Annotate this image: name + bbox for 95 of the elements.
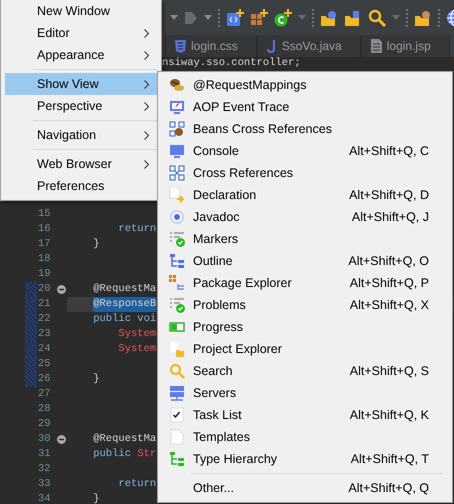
line-number: 27	[37, 387, 52, 402]
line-number: 23	[37, 327, 52, 342]
document-arrow-icon	[169, 187, 185, 203]
editor-tab[interactable]: login.css	[165, 35, 257, 57]
code-token: public voi	[92, 312, 156, 327]
code-token: return	[117, 222, 156, 237]
dropdown-caret-icon[interactable]	[170, 15, 178, 20]
menu-item[interactable]: Appearance	[5, 44, 157, 66]
dashed-document-icon	[169, 429, 185, 445]
code-token: @RequestMa	[92, 432, 156, 447]
menu-item[interactable]: Project Explorer	[161, 338, 449, 360]
menu-item[interactable]: Task List Alt+Shift+Q, K	[161, 404, 449, 426]
fold-icon[interactable]	[57, 285, 66, 294]
line-number: 16	[37, 222, 52, 237]
search-icon	[169, 363, 185, 379]
list-check-icon	[169, 231, 185, 247]
line-number: 25	[37, 357, 52, 372]
search-icon[interactable]	[368, 8, 386, 26]
menu-item[interactable]: Search Alt+Shift+Q, S	[161, 360, 449, 382]
code-line: nsiway.sso.controller;	[162, 57, 301, 70]
menu-item[interactable]: Outline Alt+Shift+Q, O	[161, 250, 449, 272]
menu-item[interactable]: AOP Event Trace	[161, 96, 449, 118]
menu-item[interactable]: Package Explorer Alt+Shift+Q, P	[161, 272, 449, 294]
document-folder-icon	[169, 341, 185, 357]
line-number: 24	[37, 342, 52, 357]
menu-item[interactable]: Templates	[161, 426, 449, 448]
network-icon	[169, 121, 185, 137]
code-token: System	[117, 342, 156, 357]
code-token: }	[92, 492, 100, 504]
menu-item[interactable]: Perspective	[5, 95, 157, 117]
line-number: 18	[37, 252, 52, 267]
code-token: public	[92, 447, 132, 462]
line-number: 34	[37, 492, 52, 504]
line-number: 32	[37, 462, 52, 477]
dropdown-caret-icon[interactable]	[204, 15, 212, 20]
line-number: 17	[37, 237, 52, 252]
new-c-icon[interactable]	[274, 8, 292, 26]
code-token: }	[92, 237, 100, 252]
folder-search-icon[interactable]	[414, 8, 432, 26]
menu-item[interactable]: Progress	[161, 316, 449, 338]
grid-plus-icon[interactable]	[250, 8, 268, 26]
menu-item[interactable]: Other... Alt+Shift+Q, Q	[161, 477, 449, 499]
code-token: @RequestMa	[92, 282, 156, 297]
line-number: 26	[37, 372, 52, 387]
code-token: System	[117, 327, 156, 342]
menu-item[interactable]: Type Hierarchy Alt+Shift+Q, T	[161, 448, 449, 470]
document-icon	[370, 39, 382, 53]
list-check-icon	[169, 297, 185, 313]
checklist-icon	[169, 407, 185, 423]
package-tree-icon	[169, 275, 185, 291]
editor-tab[interactable]: login.jsp	[360, 35, 450, 57]
fold-icon[interactable]	[57, 435, 66, 444]
line-number: 19	[37, 267, 52, 282]
editor-tab[interactable]: SsoVo.java	[256, 35, 361, 57]
code-token: }	[92, 372, 100, 387]
menu-item[interactable]: Declaration Alt+Shift+Q, D	[161, 184, 449, 206]
line-number: 33	[37, 477, 52, 492]
menu-item[interactable]: Show View	[5, 73, 157, 95]
code-token: Str	[136, 447, 156, 462]
menu-item[interactable]: Navigation	[5, 124, 157, 146]
line-number: 20	[37, 282, 52, 297]
monitor-icon	[169, 99, 185, 115]
new-class-icon[interactable]	[226, 8, 244, 26]
menu-item[interactable]: Problems Alt+Shift+Q, X	[161, 294, 449, 316]
tree-icon	[169, 253, 185, 269]
menu-item[interactable]: Console Alt+Shift+Q, C	[161, 140, 449, 162]
menu-item[interactable]: Web Browser	[5, 153, 157, 175]
java-file-icon	[266, 40, 277, 52]
menu-item[interactable]: Markers	[161, 228, 449, 250]
line-number: 22	[37, 312, 52, 327]
folder-search-icon[interactable]	[320, 8, 338, 26]
folder-icon[interactable]	[344, 8, 362, 26]
code-token: return	[117, 477, 156, 492]
line-number: 28	[37, 402, 52, 417]
network-icon	[169, 165, 185, 181]
menu-item[interactable]: Editor	[5, 22, 157, 44]
menu-item[interactable]: Javadoc Alt+Shift+Q, J	[161, 206, 449, 228]
line-number: 30	[37, 432, 52, 447]
server-icon	[169, 385, 185, 401]
menu-item[interactable]: @RequestMappings	[161, 74, 449, 96]
line-number: 31	[37, 447, 52, 462]
beans-icon	[169, 77, 185, 93]
menu-item[interactable]: Cross References	[161, 162, 449, 184]
menu-item[interactable]: Preferences	[5, 175, 157, 197]
code-token: @ResponseB	[93, 297, 156, 312]
menu-item[interactable]: Servers	[161, 382, 449, 404]
menu-item[interactable]: New Window	[5, 0, 157, 22]
line-number: 21	[37, 297, 52, 312]
tree-icon	[169, 451, 185, 467]
css-file-icon	[175, 40, 186, 52]
target-icon	[169, 209, 185, 225]
menu-item[interactable]: Beans Cross References	[161, 118, 449, 140]
line-number: 29	[37, 417, 52, 432]
monitor-icon	[169, 143, 185, 159]
line-number: 15	[37, 207, 52, 222]
